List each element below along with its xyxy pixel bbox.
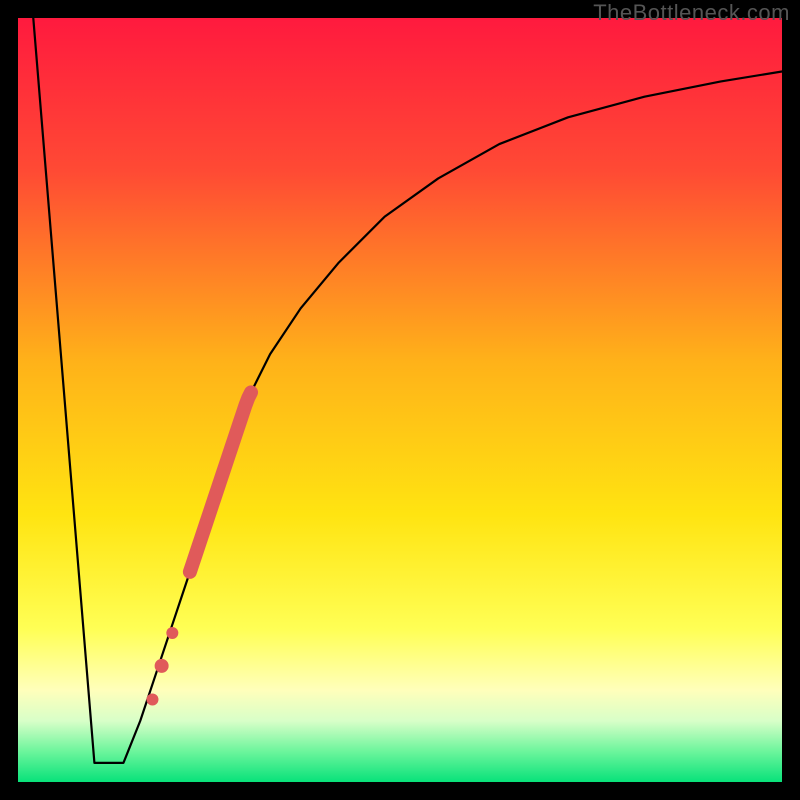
chart-frame: TheBottleneck.com	[0, 0, 800, 800]
plot-area	[18, 18, 782, 782]
gradient-background	[18, 18, 782, 782]
watermark-label: TheBottleneck.com	[593, 0, 790, 26]
chart-svg	[18, 18, 782, 782]
highlight-dot	[166, 627, 178, 639]
highlight-dot	[155, 659, 169, 673]
highlight-dot	[146, 693, 158, 705]
